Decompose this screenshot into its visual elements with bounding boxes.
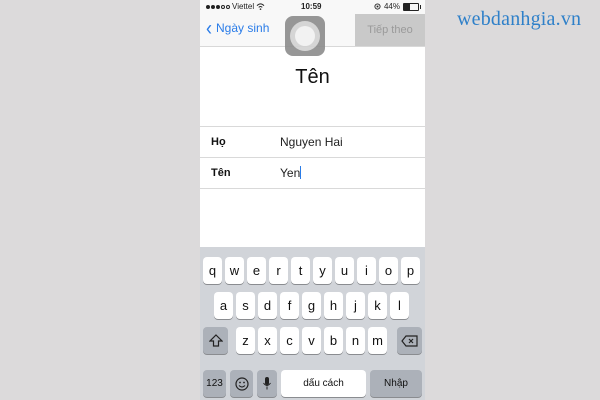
numbers-key[interactable]: 123 xyxy=(203,370,226,397)
key-s[interactable]: s xyxy=(236,292,255,319)
key-g[interactable]: g xyxy=(302,292,321,319)
key-j[interactable]: j xyxy=(346,292,365,319)
status-right: 44% xyxy=(374,2,421,11)
key-h[interactable]: h xyxy=(324,292,343,319)
microphone-icon xyxy=(263,377,271,390)
shift-key[interactable] xyxy=(203,327,228,354)
return-key[interactable]: Nhập xyxy=(370,370,422,397)
key-q[interactable]: q xyxy=(203,257,222,284)
name-form: Họ Nguyen Hai Tên Yen xyxy=(200,126,425,189)
key-v[interactable]: v xyxy=(302,327,321,354)
assistive-touch-button[interactable] xyxy=(285,16,325,56)
emoji-icon xyxy=(234,376,249,391)
status-bar: Viettel 10:59 44% xyxy=(200,0,425,14)
key-b[interactable]: b xyxy=(324,327,343,354)
key-f[interactable]: f xyxy=(280,292,299,319)
page-title: Tên xyxy=(295,66,330,88)
backspace-icon xyxy=(401,334,418,347)
first-name-label: Tên xyxy=(211,167,231,179)
back-button[interactable]: ‹ Ngày sinh xyxy=(206,16,270,40)
battery-percent: 44% xyxy=(383,2,400,11)
key-y[interactable]: y xyxy=(313,257,332,284)
key-o[interactable]: o xyxy=(379,257,398,284)
keyboard: q w e r t y u i o p a s d f g h j k l z … xyxy=(200,247,425,400)
back-label: Ngày sinh xyxy=(216,21,270,35)
key-n[interactable]: n xyxy=(346,327,365,354)
battery-icon xyxy=(403,2,421,11)
last-name-row[interactable]: Họ Nguyen Hai xyxy=(200,127,425,158)
key-e[interactable]: e xyxy=(247,257,266,284)
wifi-icon xyxy=(256,3,265,10)
key-r[interactable]: r xyxy=(269,257,288,284)
navigation-bar: ‹ Ngày sinh Tiếp theo xyxy=(200,14,425,56)
first-name-value: Yen xyxy=(280,166,301,180)
phone-screen: Viettel 10:59 44% ‹ Ngày sinh Tiếp theo … xyxy=(200,0,425,400)
first-name-field[interactable]: Yen xyxy=(280,166,302,180)
status-time: 10:59 xyxy=(301,2,322,11)
key-z[interactable]: z xyxy=(236,327,255,354)
last-name-label: Họ xyxy=(211,136,226,148)
key-c[interactable]: c xyxy=(280,327,299,354)
next-button[interactable]: Tiếp theo xyxy=(355,14,425,46)
space-key[interactable]: dấu cách xyxy=(281,370,366,397)
carrier-name: Viettel xyxy=(232,2,255,11)
first-name-row[interactable]: Tên Yen xyxy=(200,158,425,189)
watermark: webdanhgia.vn xyxy=(457,8,582,30)
key-d[interactable]: d xyxy=(258,292,277,319)
key-l[interactable]: l xyxy=(390,292,409,319)
key-k[interactable]: k xyxy=(368,292,387,319)
orientation-lock-icon xyxy=(374,3,381,10)
key-x[interactable]: x xyxy=(258,327,277,354)
key-m[interactable]: m xyxy=(368,327,387,354)
key-i[interactable]: i xyxy=(357,257,376,284)
key-t[interactable]: t xyxy=(291,257,310,284)
text-cursor xyxy=(300,166,302,179)
signal-icon xyxy=(206,4,230,9)
backspace-key[interactable] xyxy=(397,327,422,354)
key-w[interactable]: w xyxy=(225,257,244,284)
dictation-key[interactable] xyxy=(257,370,277,397)
carrier-group: Viettel xyxy=(206,2,265,11)
shift-icon xyxy=(208,334,223,347)
key-u[interactable]: u xyxy=(335,257,354,284)
key-a[interactable]: a xyxy=(214,292,233,319)
chevron-left-icon: ‹ xyxy=(206,16,212,40)
emoji-key[interactable] xyxy=(230,370,253,397)
key-p[interactable]: p xyxy=(401,257,420,284)
last-name-field[interactable]: Nguyen Hai xyxy=(280,135,343,149)
